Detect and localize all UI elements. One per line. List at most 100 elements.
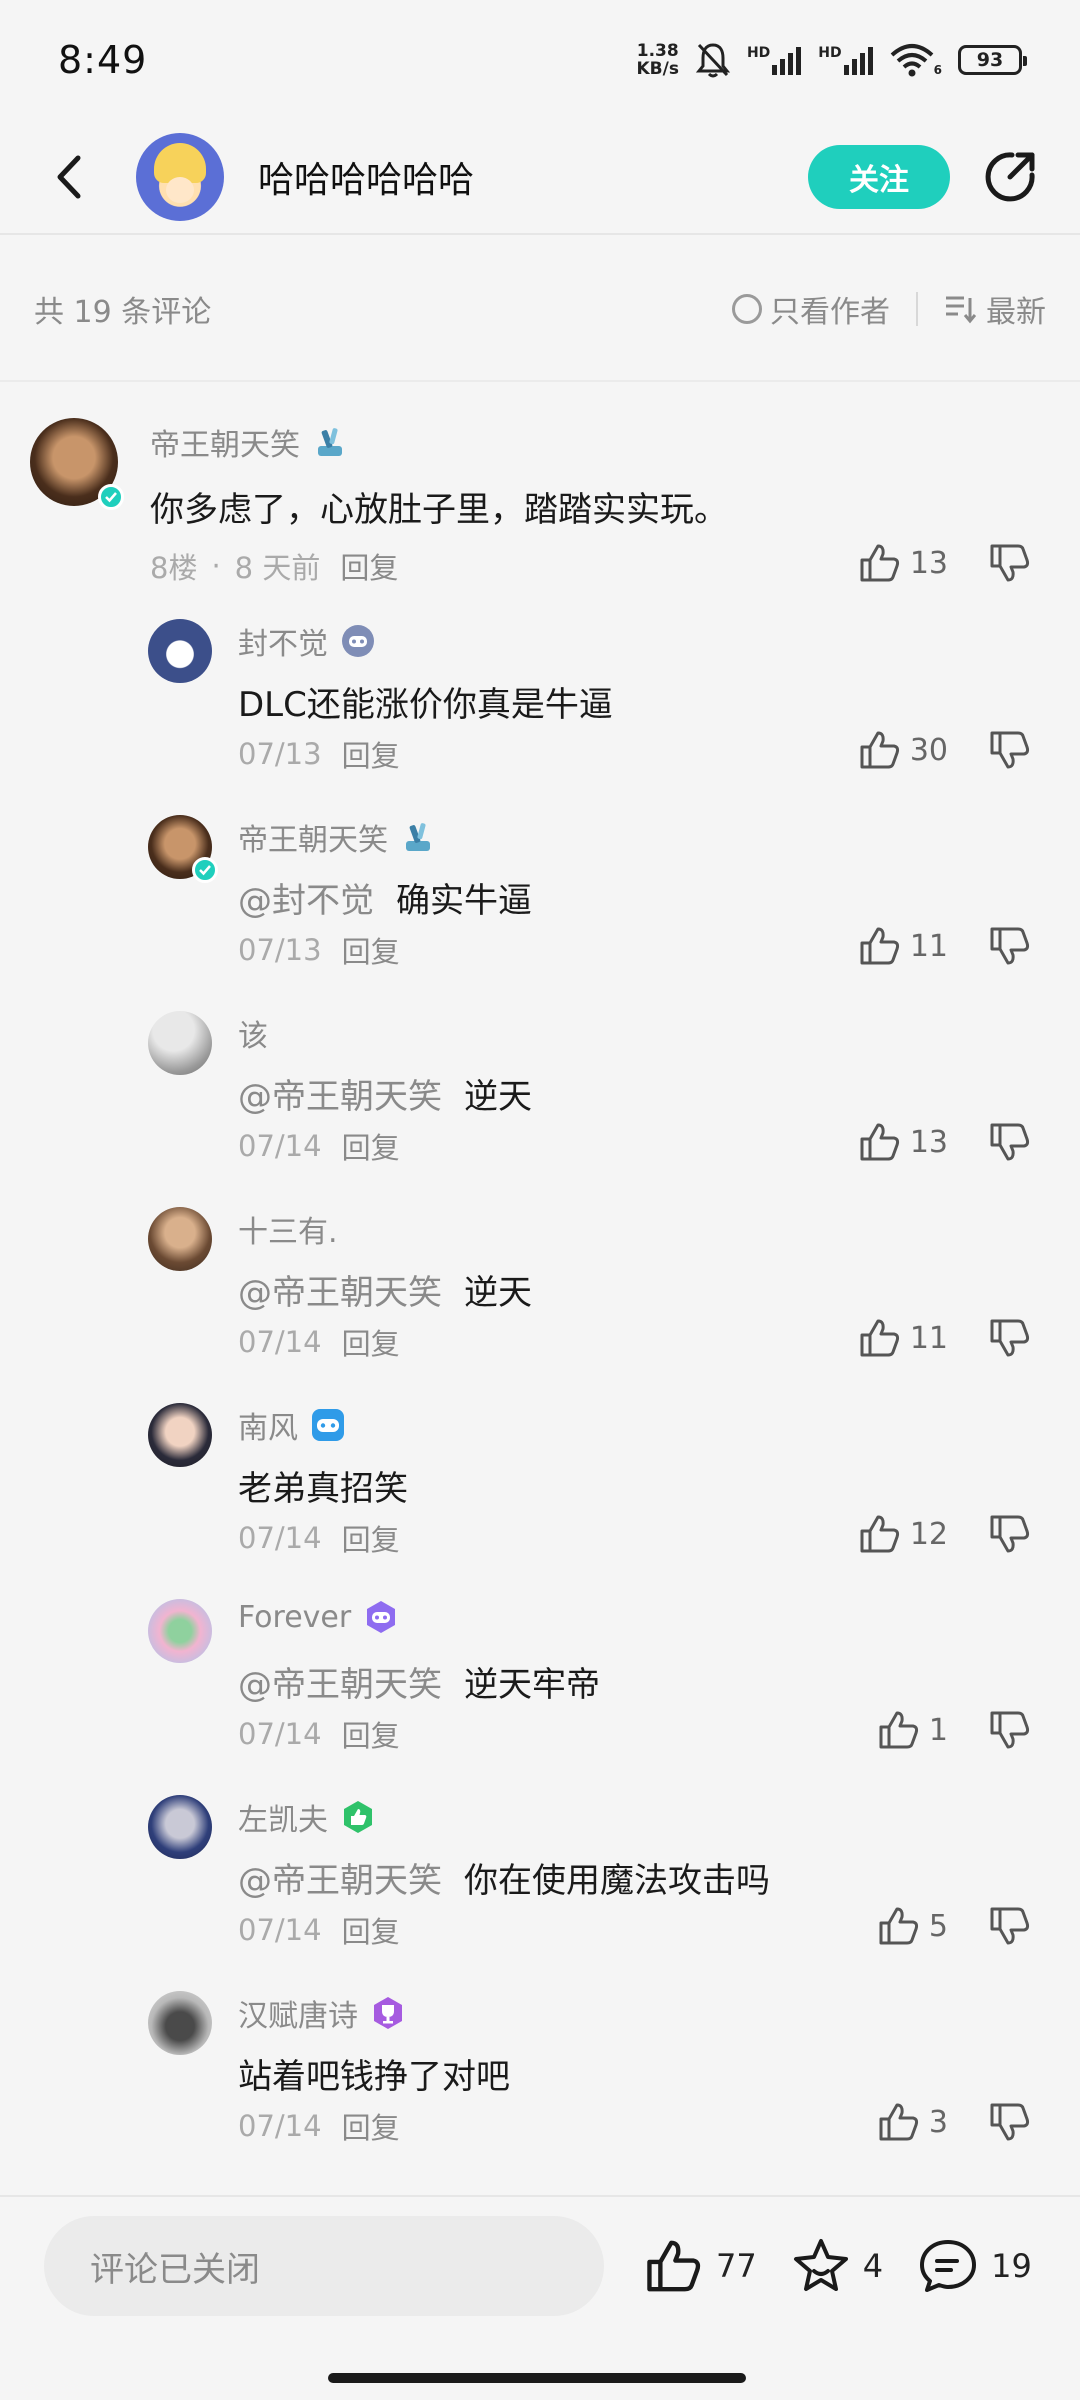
thumbs-up-icon (647, 2240, 701, 2292)
dislike-button[interactable] (988, 1317, 1032, 1359)
avatar[interactable] (148, 619, 212, 683)
avatar[interactable] (148, 1207, 212, 1271)
like-button[interactable]: 11 (858, 925, 948, 967)
reply-button[interactable]: 回复 (342, 1713, 400, 1755)
avatar[interactable] (148, 1991, 212, 2055)
chevron-left-icon (57, 155, 81, 198)
username[interactable]: 帝王朝天笑 (150, 420, 300, 464)
comment-text: 你多虑了，心放肚子里，踏踏实实玩。 (150, 490, 728, 530)
mention-link[interactable]: @帝王朝天笑 (238, 1273, 442, 1313)
reply-button[interactable]: 回复 (342, 1517, 400, 1559)
bottom-action-bar: 评论已关闭 77 4 19 (0, 2195, 1080, 2335)
share-button[interactable] (970, 137, 1050, 217)
favorite-button[interactable]: 4 (791, 2237, 883, 2295)
home-indicator[interactable] (328, 2373, 746, 2383)
dislike-button[interactable] (988, 1513, 1032, 1555)
username[interactable]: 十三有. (238, 1207, 338, 1251)
star-icon (793, 2239, 848, 2291)
reply-date: 07/14 (238, 1913, 322, 1947)
dislike-button[interactable] (988, 925, 1032, 967)
post-like-button[interactable]: 77 (644, 2237, 757, 2295)
floor-number: 8楼 (150, 551, 198, 585)
author-name[interactable]: 哈哈哈哈哈哈 (258, 151, 808, 203)
status-time: 8:49 (58, 38, 148, 82)
username[interactable]: Forever (238, 1600, 351, 1635)
username[interactable]: 封不觉 (238, 619, 328, 663)
gamepad-blue-badge-icon (310, 1407, 346, 1443)
reply-button[interactable]: 回复 (342, 1321, 400, 1363)
thumbs-up-icon (860, 731, 899, 769)
share-icon (985, 151, 1035, 201)
reply-date: 07/14 (238, 1325, 322, 1359)
reply-button[interactable]: 回复 (342, 1909, 400, 1951)
like-button[interactable]: 30 (858, 729, 948, 771)
dislike-button[interactable] (988, 2101, 1032, 2143)
dislike-button[interactable] (988, 1121, 1032, 1163)
reply-date: 07/13 (238, 933, 322, 967)
net-speed: 1.38 KB/s (636, 41, 679, 79)
author-only-toggle[interactable]: 只看作者 (732, 287, 890, 331)
reply-date: 07/14 (238, 1717, 322, 1751)
wifi-icon: 6 (890, 43, 942, 77)
reply-item: 封不觉 DLC还能涨价你真是牛逼 07/13 回复 30 (0, 587, 1080, 783)
robot-badge-icon (400, 819, 436, 855)
dislike-button[interactable] (988, 1709, 1032, 1751)
reply-text: @帝王朝天笑 逆天 (238, 1077, 532, 1117)
thumbs-up-icon (860, 1319, 899, 1357)
like-button[interactable]: 13 (858, 1121, 948, 1163)
mention-link[interactable]: @帝王朝天笑 (238, 1077, 442, 1117)
dislike-button[interactable] (988, 729, 1032, 771)
like-button[interactable]: 1 (877, 1709, 948, 1751)
avatar[interactable] (30, 418, 124, 510)
reply-item: 汉赋唐诗 站着吧钱挣了对吧 07/14 回复 3 (0, 1959, 1080, 2155)
avatar[interactable] (148, 1795, 212, 1859)
reply-text: 站着吧钱挣了对吧 (238, 2057, 510, 2097)
comments-button[interactable]: 19 (917, 2237, 1032, 2295)
username[interactable]: 帝王朝天笑 (238, 815, 388, 859)
mention-link[interactable]: @帝王朝天笑 (238, 1665, 442, 1705)
author-avatar[interactable] (136, 132, 224, 221)
avatar[interactable] (148, 815, 218, 883)
reply-item: 左凯夫 @帝王朝天笑 你在使用魔法攻击吗 07/14 回复 5 (0, 1763, 1080, 1959)
reply-button[interactable]: 回复 (340, 545, 398, 587)
follow-button[interactable]: 关注 (808, 144, 950, 209)
reply-button[interactable]: 回复 (342, 1125, 400, 1167)
dislike-button[interactable] (988, 1905, 1032, 1947)
like-button[interactable]: 11 (858, 1317, 948, 1359)
avatar[interactable] (148, 1403, 212, 1467)
signal-1-icon: HD (747, 45, 802, 75)
username[interactable]: 汉赋唐诗 (238, 1991, 358, 2035)
thumbs-down-icon (990, 2103, 1030, 2141)
reply-item: 该 @帝王朝天笑 逆天 07/14 回复 13 (0, 979, 1080, 1175)
comment-time: 8 天前 (234, 551, 321, 585)
thumbs-down-icon (990, 1515, 1030, 1553)
reply-button[interactable]: 回复 (342, 929, 400, 971)
status-icons: 1.38 KB/s HD HD 6 93 (636, 41, 1027, 79)
thumbs-down-icon (990, 1123, 1030, 1161)
username[interactable]: 南风 (238, 1403, 298, 1447)
thumbs-down-icon (990, 1907, 1030, 1945)
reply-button[interactable]: 回复 (342, 2105, 400, 2147)
like-button[interactable]: 5 (877, 1905, 948, 1947)
comment-closed-input[interactable]: 评论已关闭 (44, 2216, 604, 2316)
dislike-button[interactable] (988, 542, 1032, 584)
mention-link[interactable]: @帝王朝天笑 (238, 1861, 442, 1901)
reply-button[interactable]: 回复 (342, 733, 400, 775)
sort-button[interactable]: 最新 (944, 287, 1046, 331)
avatar[interactable] (148, 1599, 212, 1663)
like-button[interactable]: 3 (877, 2101, 948, 2143)
mute-bell-icon (695, 43, 731, 78)
post-header: 哈哈哈哈哈哈 关注 (0, 120, 1080, 235)
like-button[interactable]: 12 (858, 1513, 948, 1555)
thumbs-down-icon (990, 544, 1030, 582)
comment-thread: 帝王朝天笑 你多虑了，心放肚子里，踏踏实实玩。 8楼 · 8 天前 回复 13 (0, 382, 1080, 2155)
username[interactable]: 该 (238, 1011, 268, 1055)
verified-icon (192, 857, 218, 883)
avatar[interactable] (148, 1011, 212, 1075)
mention-link[interactable]: @封不觉 (238, 881, 374, 921)
username[interactable]: 左凯夫 (238, 1795, 328, 1839)
signal-2-icon: HD (818, 45, 873, 75)
like-button[interactable]: 13 (858, 542, 948, 584)
verified-icon (98, 484, 124, 510)
back-button[interactable] (30, 137, 110, 217)
